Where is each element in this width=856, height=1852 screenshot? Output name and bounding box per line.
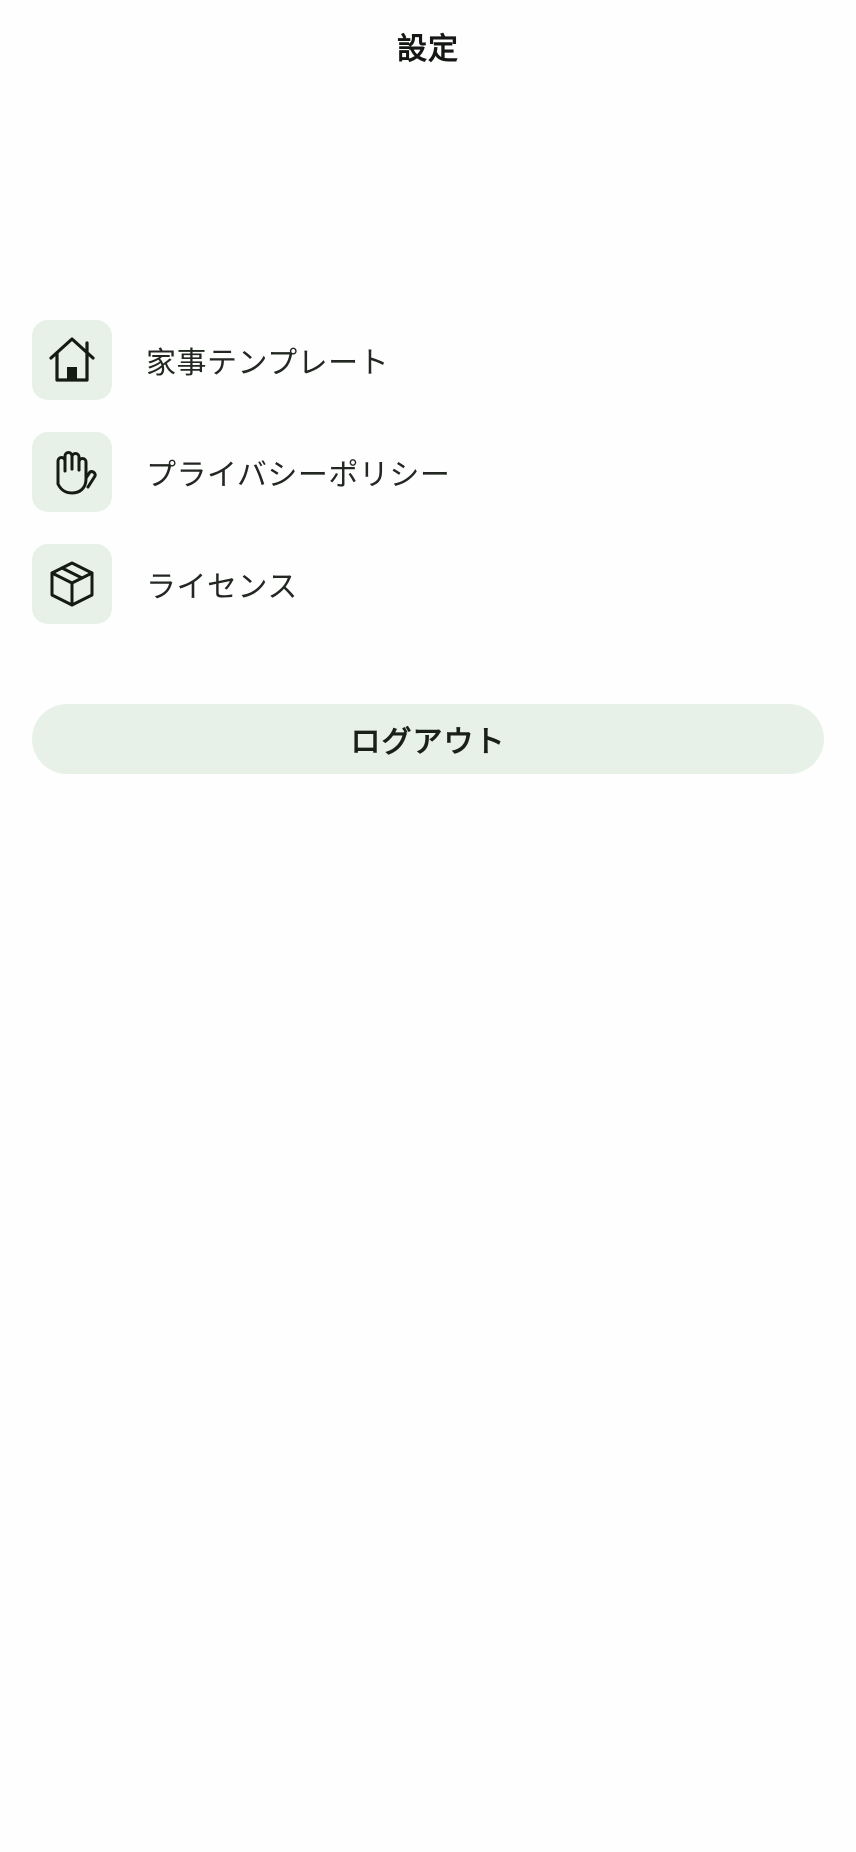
package-icon-container <box>32 544 112 624</box>
menu-item-privacy-policy[interactable]: プライバシーポリシー <box>32 432 824 512</box>
page-title: 設定 <box>397 32 459 67</box>
menu-item-label: 家事テンプレート <box>146 346 390 381</box>
menu-item-chore-templates[interactable]: 家事テンプレート <box>32 320 824 400</box>
app-header: 設定 <box>0 0 856 92</box>
settings-menu: 家事テンプレート プライバシーポリシー ライセンス <box>32 320 824 624</box>
hand-icon-container <box>32 432 112 512</box>
menu-item-licenses[interactable]: ライセンス <box>32 544 824 624</box>
package-icon <box>50 561 94 607</box>
house-icon <box>49 337 95 382</box>
hand-icon <box>56 451 97 495</box>
logout-button[interactable]: ログアウト <box>32 704 824 774</box>
menu-item-label: ライセンス <box>146 570 298 605</box>
house-icon-container <box>32 320 112 400</box>
menu-item-label: プライバシーポリシー <box>146 458 451 493</box>
logout-button-label: ログアウト <box>350 725 506 760</box>
